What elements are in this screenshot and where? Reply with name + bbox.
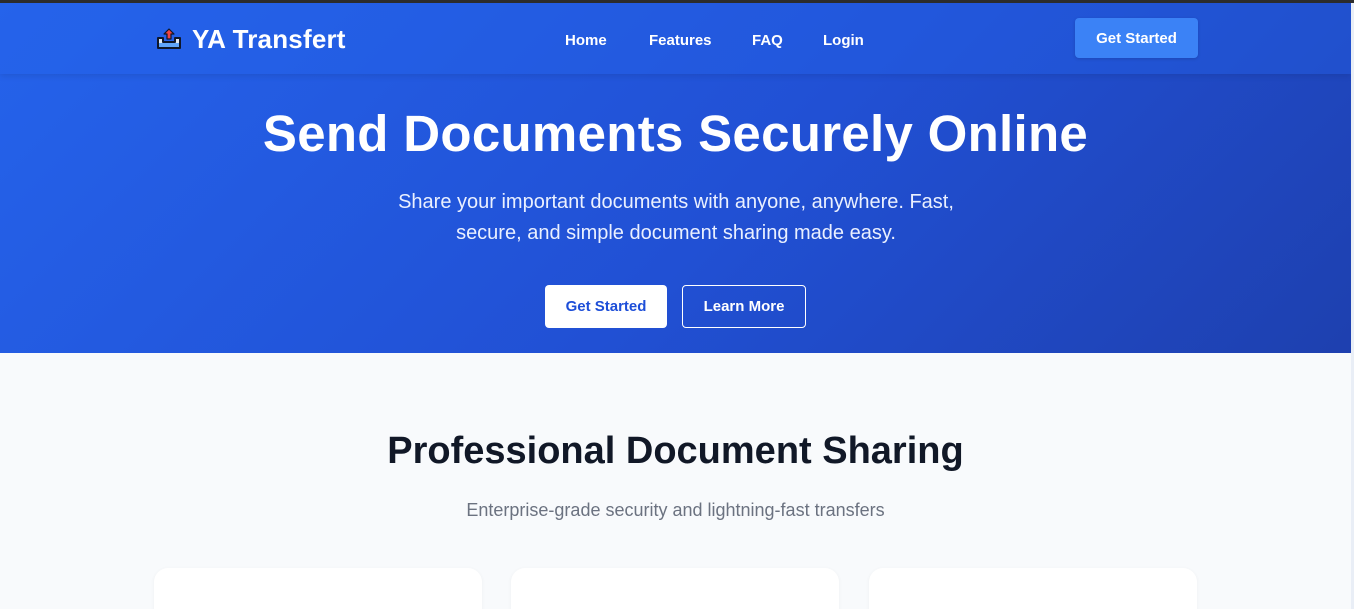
nav-link-home[interactable]: Home (565, 32, 607, 49)
upload-tray-icon (155, 26, 183, 52)
nav-link-faq[interactable]: FAQ (752, 32, 783, 49)
nav-get-started-button[interactable]: Get Started (1075, 18, 1198, 58)
brand-logo-link[interactable]: YA Transfert (155, 24, 346, 54)
nav-link-features[interactable]: Features (649, 32, 712, 49)
hero-get-started-button[interactable]: Get Started (545, 285, 667, 328)
feature-card (869, 568, 1197, 609)
feature-card (511, 568, 839, 609)
hero-title: Send Documents Securely Online (262, 105, 1089, 162)
hero-learn-more-button[interactable]: Learn More (682, 285, 806, 328)
brand-name: YA Transfert (192, 23, 346, 54)
features-subtitle: Enterprise-grade security and lightning-… (466, 500, 885, 520)
top-navbar: YA Transfert Home Features FAQ Login Get… (0, 3, 1351, 74)
feature-card (154, 568, 482, 609)
hero-subtitle: Share your important documents with anyo… (398, 191, 954, 244)
features-title: Professional Document Sharing (387, 430, 964, 472)
nav-link-login[interactable]: Login (823, 32, 864, 49)
